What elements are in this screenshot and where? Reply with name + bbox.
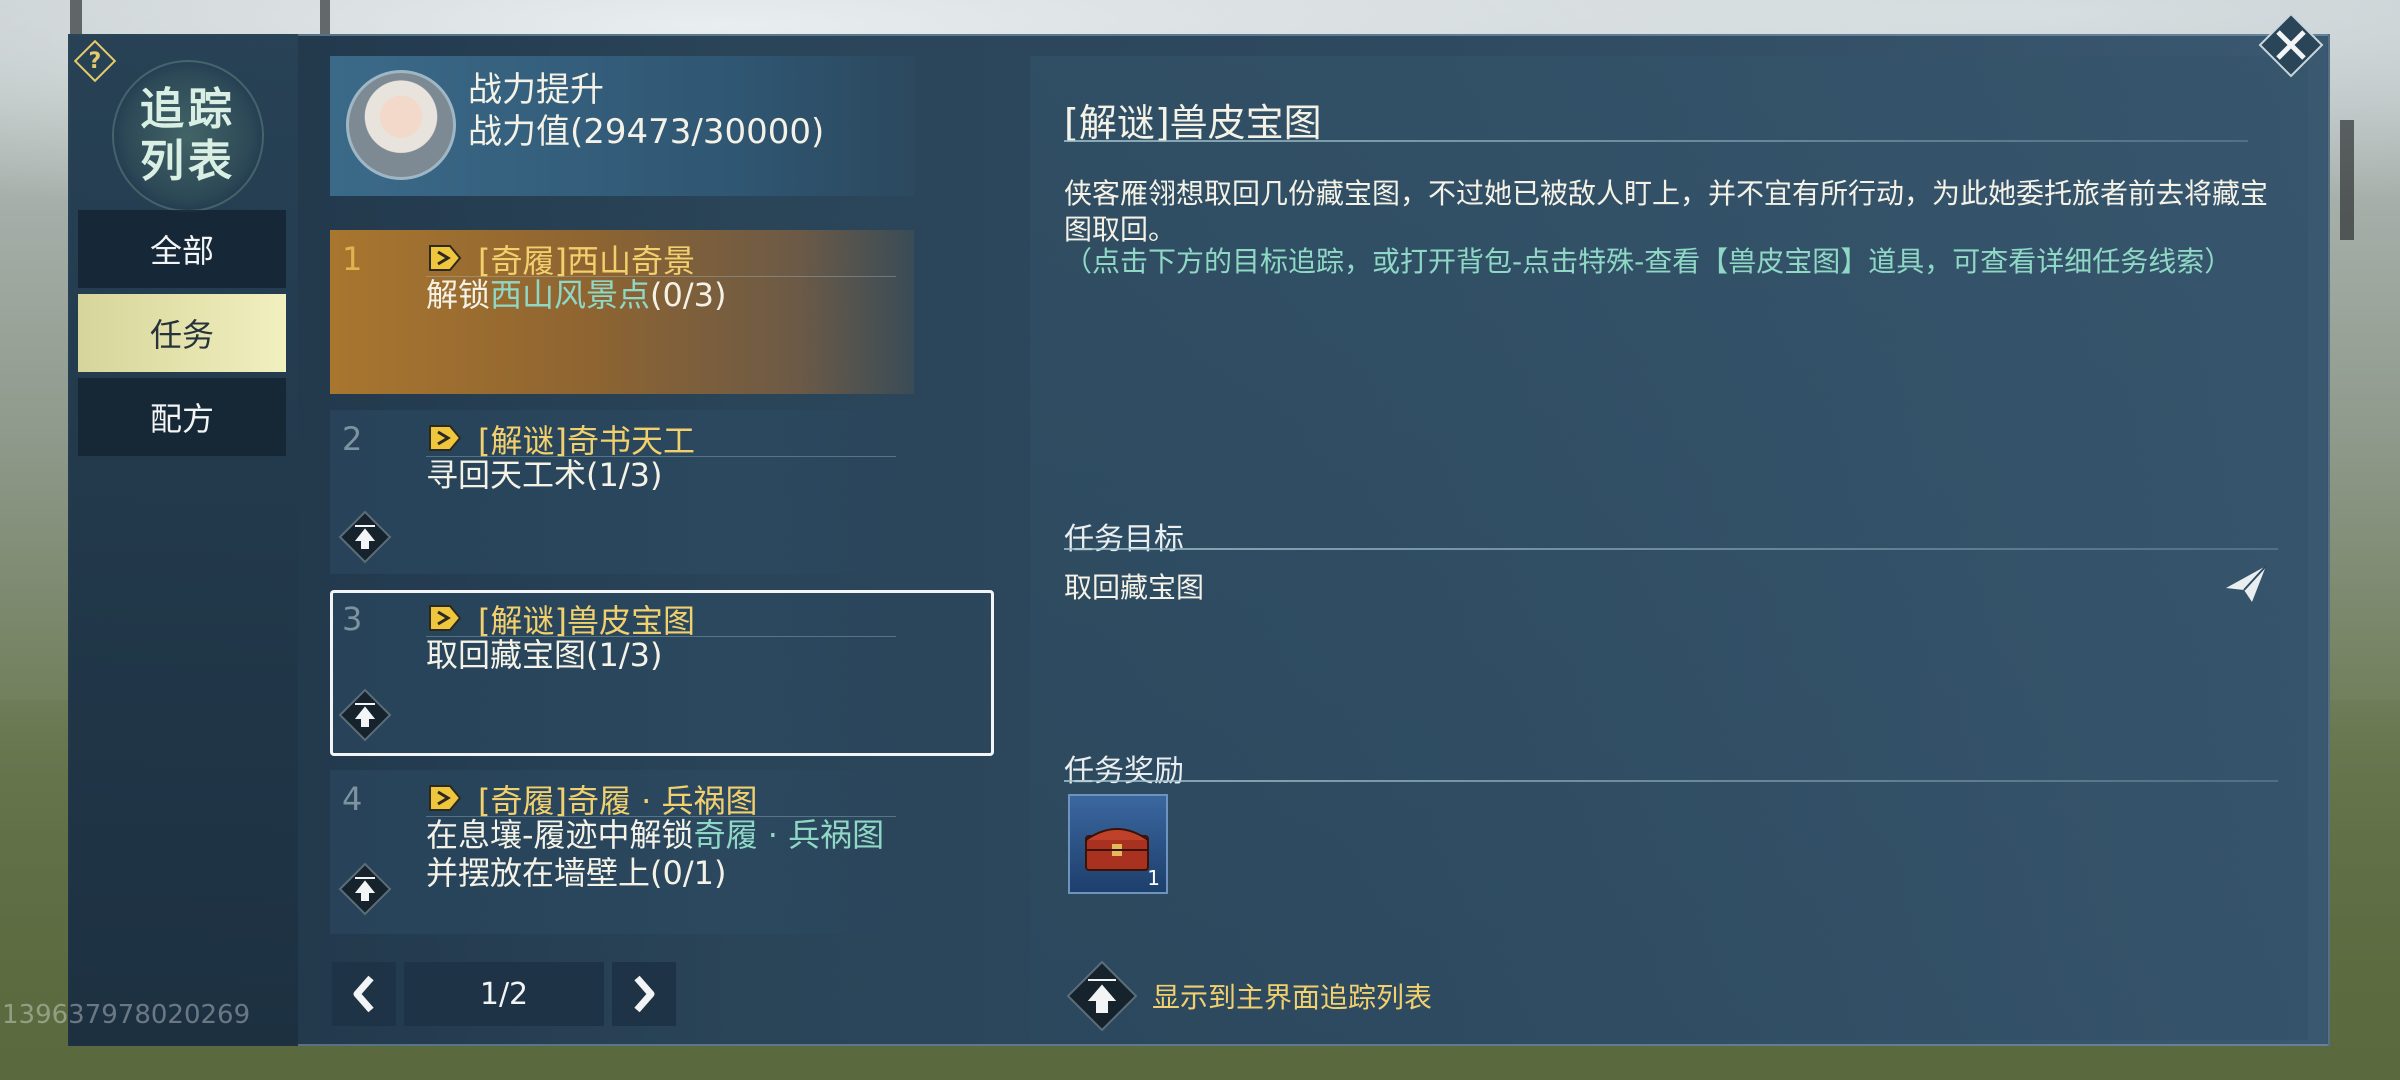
quest-type-icon	[429, 425, 462, 451]
track-to-main-button[interactable]	[1064, 958, 1140, 1034]
reward-item-slot[interactable]: 1	[1068, 794, 1168, 894]
chevron-right-icon	[634, 975, 655, 1013]
reward-section-label: 任务奖励	[1064, 754, 1184, 789]
detail-description: 侠客雁翎想取回几份藏宝图，不过她已被敌人盯上，并不宜有所行动，为此她委托旅者前去…	[1064, 177, 2269, 246]
goal-section-label: 任务目标	[1064, 522, 1184, 557]
tracking-list-emblem: 追踪列表	[112, 60, 264, 212]
next-page-button[interactable]	[612, 962, 676, 1026]
reward-divider	[1064, 780, 2278, 782]
track-to-main-label[interactable]: 显示到主界面追踪列表	[1152, 976, 1432, 1016]
background-tree	[2340, 120, 2354, 240]
title-divider	[1064, 140, 2248, 142]
quest-description: 寻回天工术(1/3)	[426, 456, 663, 494]
quest-description: 解锁西山风景点(0/3)	[426, 276, 727, 314]
previous-page-button[interactable]	[332, 962, 396, 1026]
navigate-icon[interactable]	[2222, 562, 2270, 606]
pin-to-top-icon[interactable]	[338, 862, 392, 916]
power-value: 战力值(29473/30000)	[468, 112, 825, 152]
quest-type-icon	[429, 785, 462, 811]
quest-number: 4	[342, 780, 363, 818]
quest-description: 在息壤-履迹中解锁奇履 · 兵祸图 并摆放在墙壁上(0/1)	[426, 816, 885, 892]
pin-to-top-icon[interactable]	[338, 510, 392, 564]
chevron-left-icon	[353, 975, 374, 1013]
character-avatar	[346, 70, 456, 180]
detail-hint: （点击下方的目标追踪，或打开背包-点击特殊-查看【兽皮宝图】道具，可查看详细任务…	[1064, 245, 2233, 278]
goal-text: 取回藏宝图	[1064, 571, 1205, 604]
quest-item[interactable]: 2 [解谜]奇书天工 寻回天工术(1/3)	[330, 410, 914, 574]
reward-count: 1	[1147, 866, 1160, 890]
sidebar-item-quests[interactable]: 任务	[78, 294, 286, 372]
detail-title: [解谜]兽皮宝图	[1064, 101, 1322, 145]
page-indicator: 1/2	[404, 962, 604, 1026]
sidebar-item-recipes[interactable]: 配方	[78, 378, 286, 456]
emblem-title: 追踪列表	[140, 84, 236, 187]
quest-type-icon	[429, 245, 462, 271]
sidebar-item-all[interactable]: 全部	[78, 210, 286, 288]
goal-divider	[1064, 548, 2278, 550]
quest-number: 2	[342, 420, 363, 458]
quest-number: 1	[342, 240, 363, 278]
quest-item[interactable]: 1 [奇履]西山奇景 解锁西山风景点(0/3)	[330, 230, 914, 394]
treasure-chest-icon	[1085, 828, 1149, 871]
watermark-id: 13963797802026​9	[2, 1000, 251, 1030]
close-icon[interactable]	[2256, 10, 2326, 80]
selected-quest-frame	[330, 590, 994, 756]
quest-item[interactable]: 4 [奇履]奇履 · 兵祸图 在息壤-履迹中解锁奇履 · 兵祸图 并摆放在墙壁上(…	[330, 770, 914, 934]
